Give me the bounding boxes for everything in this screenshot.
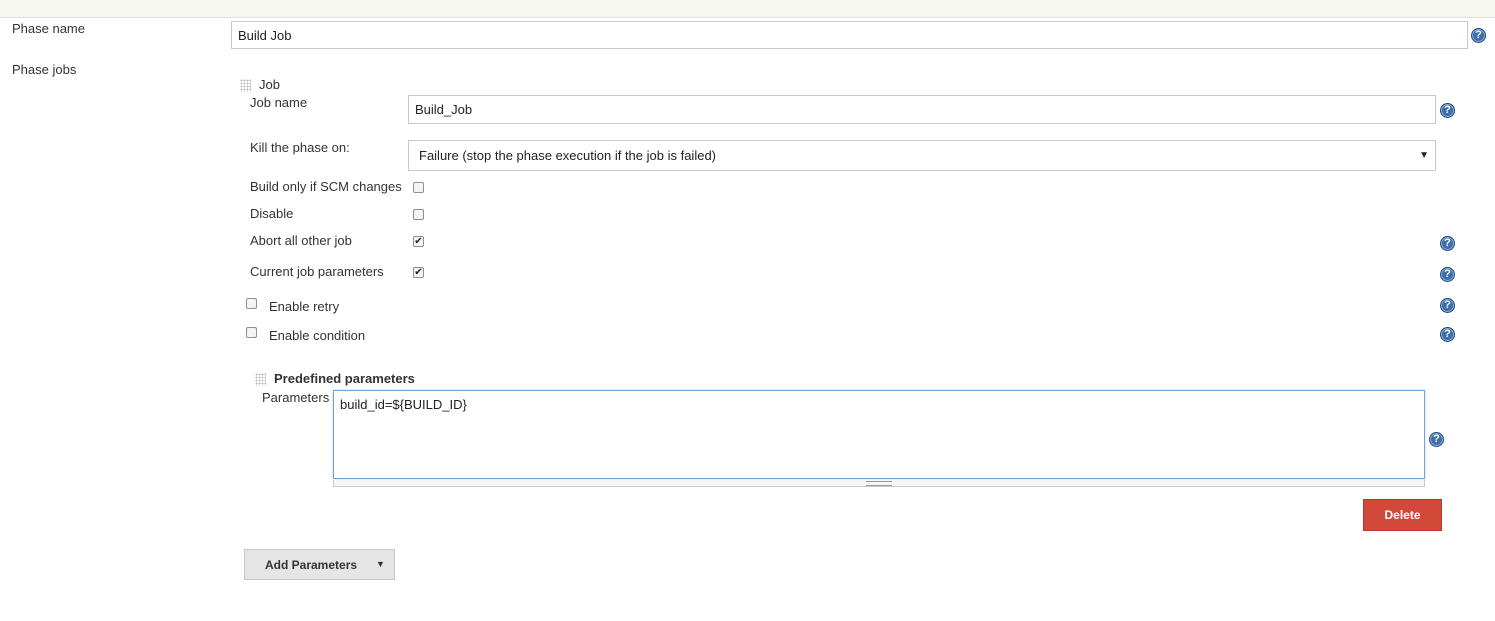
abort-all-label: Abort all other job xyxy=(250,233,352,248)
current-params-help-icon[interactable]: ? xyxy=(1440,267,1455,282)
disable-label: Disable xyxy=(250,206,294,221)
dropdown-caret-icon: ▼ xyxy=(376,559,385,569)
predefined-drag-handle-icon[interactable] xyxy=(255,373,266,386)
phase-jobs-label: Phase jobs xyxy=(12,62,77,77)
job-name-help-icon[interactable]: ? xyxy=(1440,103,1455,118)
chevron-down-icon: ▼ xyxy=(1419,150,1429,161)
resize-grip-icon xyxy=(866,481,892,486)
add-parameters-label: Add Parameters xyxy=(265,558,358,572)
enable-retry-help-icon[interactable]: ? xyxy=(1440,298,1455,313)
job-name-label: Job name xyxy=(250,95,308,110)
enable-condition-help-icon[interactable]: ? xyxy=(1440,327,1455,342)
enable-retry-checkbox[interactable] xyxy=(246,298,257,309)
delete-button[interactable]: Delete xyxy=(1363,499,1442,531)
job-name-input[interactable] xyxy=(408,95,1436,124)
build-scm-checkbox[interactable] xyxy=(413,182,424,193)
add-parameters-button[interactable]: Add Parameters ▼ xyxy=(244,549,395,580)
build-scm-label: Build only if SCM changes xyxy=(250,179,402,194)
enable-condition-label: Enable condition xyxy=(269,328,366,343)
textarea-resize-handle[interactable] xyxy=(333,480,1425,487)
parameters-textarea[interactable]: build_id=${BUILD_ID} xyxy=(333,390,1425,479)
abort-all-checkbox[interactable]: ✔ xyxy=(413,236,424,247)
abort-all-help-icon[interactable]: ? xyxy=(1440,236,1455,251)
kill-phase-select[interactable]: Failure (stop the phase execution if the… xyxy=(408,140,1436,171)
phase-name-help-icon[interactable]: ? xyxy=(1471,28,1486,43)
parameters-help-icon[interactable]: ? xyxy=(1429,432,1444,447)
kill-phase-label: Kill the phase on: xyxy=(250,140,350,155)
job-section-header: Job xyxy=(259,77,280,92)
enable-condition-checkbox[interactable] xyxy=(246,327,257,338)
phase-name-input[interactable] xyxy=(231,21,1468,49)
drag-handle-icon[interactable] xyxy=(240,79,251,92)
kill-phase-selected-value: Failure (stop the phase execution if the… xyxy=(419,148,717,163)
current-params-checkbox[interactable]: ✔ xyxy=(413,267,424,278)
phase-name-label: Phase name xyxy=(12,21,85,36)
predefined-params-header: Predefined parameters xyxy=(274,371,415,386)
top-bar xyxy=(0,0,1495,18)
enable-retry-label: Enable retry xyxy=(269,299,340,314)
disable-checkbox[interactable] xyxy=(413,209,424,220)
current-params-label: Current job parameters xyxy=(250,264,384,279)
parameters-label: Parameters xyxy=(262,390,330,405)
